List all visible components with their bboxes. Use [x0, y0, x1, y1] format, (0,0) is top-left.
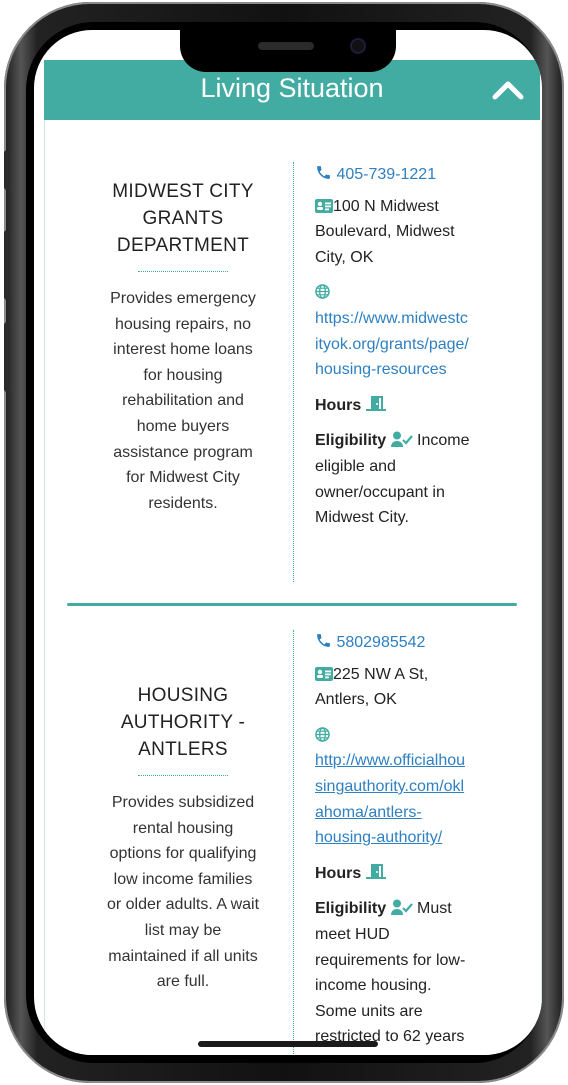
resource-description: Provides subsidized rental housing optio…	[83, 790, 283, 995]
url-line[interactable]: http://www.officialhou	[315, 748, 505, 774]
phone-side-button	[4, 230, 10, 300]
website-link[interactable]: https://www.midwestc ityok.org/grants/pa…	[315, 306, 505, 383]
address-card-icon	[315, 198, 333, 213]
address-line: 225 NW A St,	[333, 665, 429, 683]
eligibility-line: requirements for low-	[315, 951, 466, 969]
column-divider	[293, 630, 294, 1055]
description-line: rehabilitation and	[122, 392, 244, 410]
description-line: Provides emergency	[110, 290, 256, 307]
name-line: GRANTS	[142, 208, 224, 229]
description-line: list may be	[144, 921, 222, 939]
name-line: MIDWEST CITY	[112, 181, 254, 202]
hours-label: Hours	[315, 396, 362, 414]
address-line: Boulevard, Midwest	[315, 223, 455, 241]
description-line: are full.	[156, 973, 210, 991]
description-line: or older adults. A wait	[106, 896, 260, 914]
description-line: low income families	[113, 870, 253, 888]
home-indicator[interactable]	[198, 1041, 378, 1047]
screen: Living Situation MIDWEST CITY GRANTS DEP…	[34, 30, 542, 1055]
divider	[138, 775, 228, 776]
url-line[interactable]: housing-resources	[315, 357, 505, 383]
globe-icon	[315, 284, 330, 300]
description-line: options for qualifying	[109, 845, 257, 863]
phone-frame: Living Situation MIDWEST CITY GRANTS DEP…	[4, 2, 564, 1083]
phone-row[interactable]: 405-739-1221	[315, 162, 505, 188]
user-check-icon	[390, 899, 413, 916]
divider	[138, 271, 228, 272]
phone-icon	[317, 166, 330, 179]
description-line: residents.	[148, 494, 218, 512]
front-camera	[350, 38, 366, 54]
column-divider	[293, 162, 294, 582]
phone-row[interactable]: 5802985542	[315, 630, 505, 656]
resource-summary: HOUSING AUTHORITY - ANTLERS Provides sub…	[83, 682, 283, 995]
description-line: interest home loans	[113, 341, 253, 359]
phone-side-button	[4, 322, 10, 392]
url-line[interactable]: singauthority.com/okl	[315, 774, 505, 800]
address-card-icon	[315, 666, 333, 681]
description-line: Provides subsidized	[111, 794, 255, 811]
eligibility-line: income housing.	[315, 977, 432, 995]
door-open-icon	[365, 395, 386, 411]
url-line[interactable]: https://www.midwestc	[315, 306, 505, 332]
description-line: housing repairs, no	[114, 315, 252, 333]
eligibility-line: meet HUD	[315, 925, 390, 943]
url-line[interactable]: housing-authority/	[315, 825, 505, 851]
name-line: HOUSING	[137, 685, 229, 706]
eligibility: Eligibility Income eligible and owner/oc…	[315, 428, 505, 530]
address: 225 NW A St, Antlers, OK	[315, 662, 505, 713]
name-line: AUTHORITY -	[120, 712, 246, 733]
hours-label: Hours	[315, 864, 362, 882]
eligibility-line: Some units are	[315, 1002, 423, 1020]
resource-summary: MIDWEST CITY GRANTS DEPARTMENT Provides …	[83, 178, 283, 516]
eligibility-line: owner/occupant in	[315, 483, 445, 501]
description-line: rental housing	[132, 819, 234, 837]
card-separator	[67, 603, 517, 606]
address: 100 N Midwest Boulevard, Midwest City, O…	[315, 194, 505, 271]
chevron-up-icon[interactable]	[492, 78, 524, 100]
phone-link[interactable]: 5802985542	[336, 634, 425, 651]
hours-row[interactable]: Hours	[315, 861, 505, 887]
phone-side-button	[4, 150, 10, 190]
resource-details: 5802985542 225 NW A St, Antlers, OK http…	[315, 630, 505, 1050]
description-line: for housing	[143, 366, 223, 384]
eligibility-line: eligible and	[315, 457, 396, 475]
phone-icon	[317, 634, 330, 647]
speaker-grille	[258, 42, 314, 50]
description-line: for Midwest City	[126, 469, 240, 487]
website: https://www.midwestc ityok.org/grants/pa…	[315, 280, 505, 382]
eligibility-line: Midwest City.	[315, 509, 409, 527]
eligibility-line: Must	[412, 900, 452, 918]
resource-name: HOUSING AUTHORITY - ANTLERS	[83, 682, 283, 763]
resource-description: Provides emergency housing repairs, no i…	[83, 286, 283, 516]
eligibility: Eligibility Must meet HUD requirements f…	[315, 896, 505, 1050]
hours-row[interactable]: Hours	[315, 393, 505, 419]
url-line[interactable]: ahoma/antlers-	[315, 800, 505, 826]
user-check-icon	[390, 431, 413, 448]
url-line[interactable]: ityok.org/grants/page/	[315, 332, 505, 358]
notch	[180, 30, 396, 72]
address-line: 100 N Midwest	[333, 197, 439, 215]
door-open-icon	[365, 863, 386, 879]
description-line: home buyers	[136, 417, 230, 435]
name-line: ANTLERS	[138, 739, 228, 760]
globe-icon	[315, 726, 330, 742]
address-line: Antlers, OK	[315, 691, 397, 709]
resource-details: 405-739-1221 100 N Midwest Boulevard, Mi…	[315, 162, 505, 531]
website-link[interactable]: http://www.officialhou singauthority.com…	[315, 748, 505, 850]
eligibility-label: Eligibility	[315, 900, 387, 918]
description-line: maintained if all units	[108, 947, 258, 965]
phone-link[interactable]: 405-739-1221	[336, 166, 436, 183]
name-line: DEPARTMENT	[116, 235, 250, 256]
description-line: assistance program	[113, 443, 253, 461]
eligibility-label: Eligibility	[315, 432, 387, 450]
section-title: Living Situation	[200, 73, 384, 103]
eligibility-line: Income	[412, 432, 470, 450]
address-line: City, OK	[315, 248, 374, 266]
resource-list: MIDWEST CITY GRANTS DEPARTMENT Provides …	[44, 120, 542, 1055]
website: http://www.officialhou singauthority.com…	[315, 723, 505, 851]
resource-name: MIDWEST CITY GRANTS DEPARTMENT	[83, 178, 283, 259]
